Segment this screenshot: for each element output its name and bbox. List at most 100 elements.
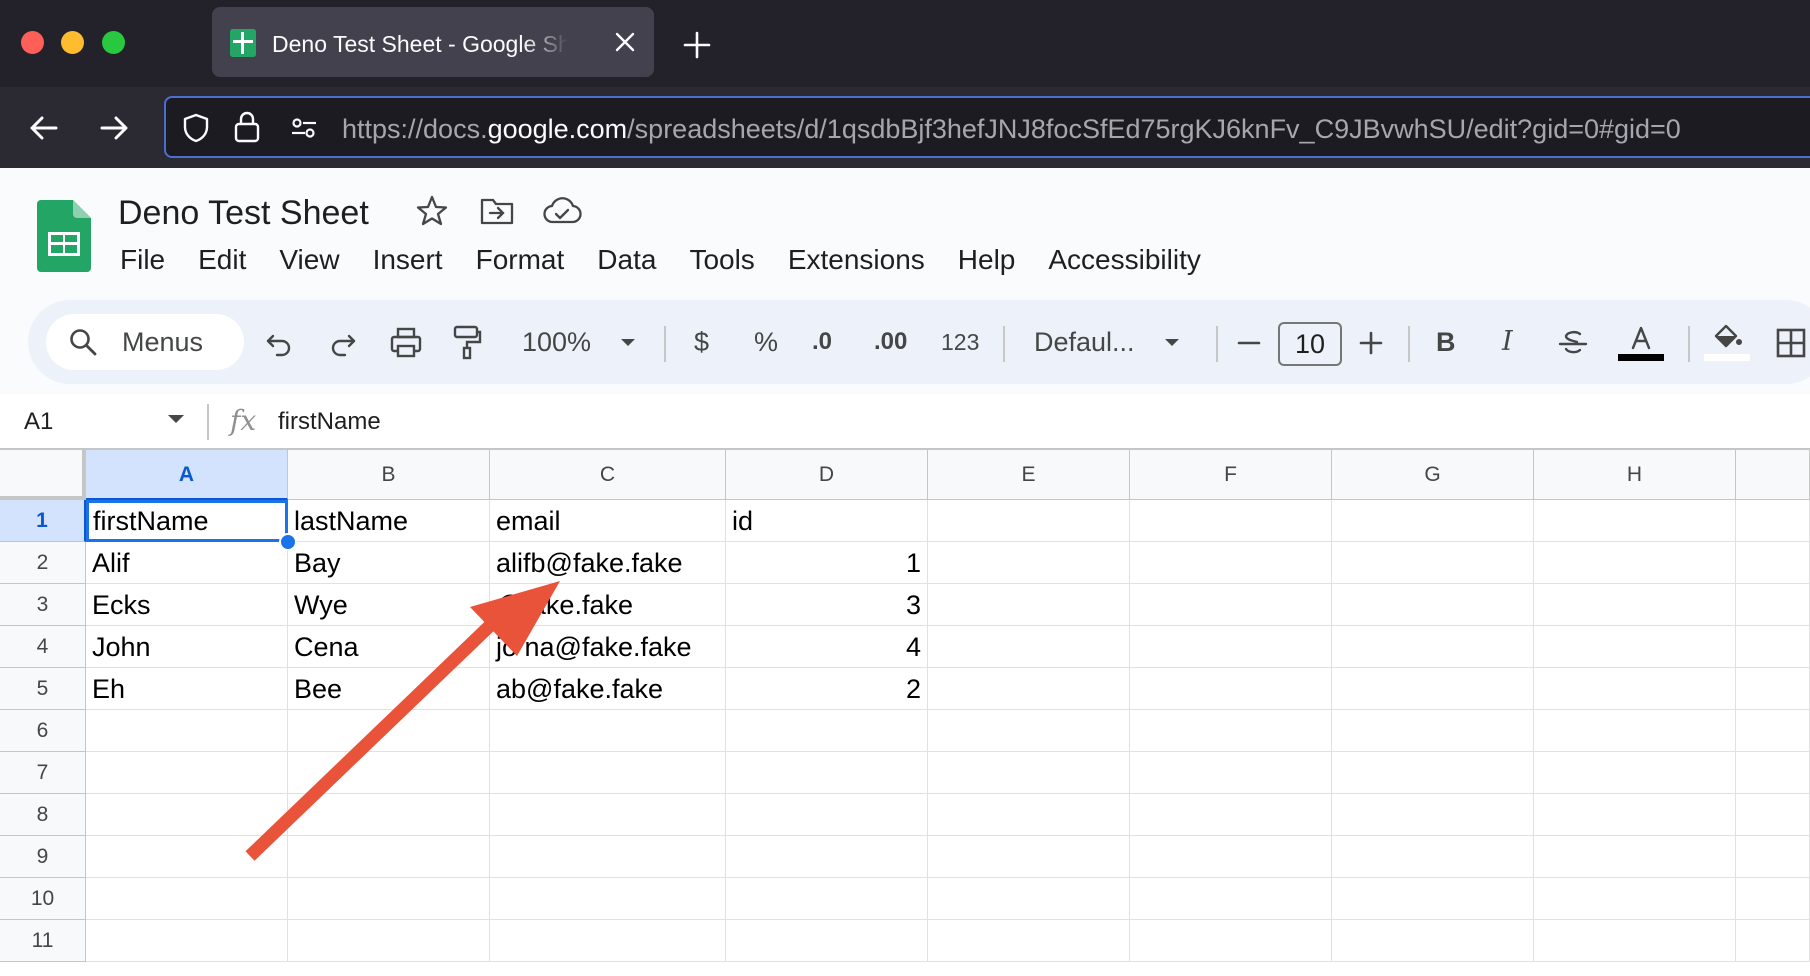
tracking-protection-shield-icon[interactable] <box>180 112 212 144</box>
column-header-f[interactable]: F <box>1130 450 1332 500</box>
cell-a6[interactable] <box>86 710 288 752</box>
search-menus-input[interactable]: Menus <box>46 314 244 370</box>
increase-font-size-icon[interactable] <box>1358 322 1384 362</box>
cell-d7[interactable] <box>726 752 928 794</box>
cell-e7[interactable] <box>928 752 1130 794</box>
row-header-1[interactable]: 1 <box>0 500 86 542</box>
fill-color-icon[interactable] <box>1704 322 1750 362</box>
cell-b2[interactable]: Bay <box>288 542 490 584</box>
cell-f5[interactable] <box>1130 668 1332 710</box>
row-header-7[interactable]: 7 <box>0 752 86 794</box>
cell-e9[interactable] <box>928 836 1130 878</box>
currency-format-button[interactable]: $ <box>694 322 709 362</box>
menu-tools[interactable]: Tools <box>689 240 770 280</box>
forward-arrow-icon[interactable] <box>96 110 132 146</box>
cell-f6[interactable] <box>1130 710 1332 752</box>
name-box-chevron-down-icon[interactable] <box>165 412 187 426</box>
back-arrow-icon[interactable] <box>26 110 62 146</box>
select-all-corner[interactable] <box>0 450 86 500</box>
cell-g7[interactable] <box>1332 752 1534 794</box>
print-icon[interactable] <box>389 322 423 362</box>
cell-a4[interactable]: John <box>86 626 288 668</box>
menu-accessibility[interactable]: Accessibility <box>1048 240 1216 280</box>
cell-g2[interactable] <box>1332 542 1534 584</box>
cell-c4[interactable]: jo na@fake.fake <box>490 626 726 668</box>
cell-b8[interactable] <box>288 794 490 836</box>
cell-c8[interactable] <box>490 794 726 836</box>
lock-icon[interactable] <box>232 110 262 144</box>
close-tab-icon[interactable] <box>612 29 638 55</box>
cell-d11[interactable] <box>726 920 928 962</box>
cell-g3[interactable] <box>1332 584 1534 626</box>
cell-h5[interactable] <box>1534 668 1736 710</box>
menu-file[interactable]: File <box>120 240 181 280</box>
cell-f3[interactable] <box>1130 584 1332 626</box>
menu-extensions[interactable]: Extensions <box>788 240 941 280</box>
row-header-10[interactable]: 10 <box>0 878 86 920</box>
cell-a2[interactable]: Alif <box>86 542 288 584</box>
redo-icon[interactable] <box>328 322 358 362</box>
cell-f9[interactable] <box>1130 836 1332 878</box>
text-color-icon[interactable] <box>1618 322 1664 362</box>
cell-f8[interactable] <box>1130 794 1332 836</box>
cell-c5[interactable]: ab@fake.fake <box>490 668 726 710</box>
cell-e4[interactable] <box>928 626 1130 668</box>
column-header-c[interactable]: C <box>490 450 726 500</box>
cell-d6[interactable] <box>726 710 928 752</box>
menu-data[interactable]: Data <box>597 240 672 280</box>
column-header-a[interactable]: A <box>86 450 288 500</box>
increase-decimals-button[interactable]: .00 <box>874 322 907 362</box>
cell-h4[interactable] <box>1534 626 1736 668</box>
minimize-window-button[interactable] <box>61 31 84 54</box>
cell-c9[interactable] <box>490 836 726 878</box>
row-header-8[interactable]: 8 <box>0 794 86 836</box>
cell-b7[interactable] <box>288 752 490 794</box>
cell-e2[interactable] <box>928 542 1130 584</box>
browser-tab-active[interactable]: Deno Test Sheet - Google Sheets <box>212 7 654 77</box>
cell-b10[interactable] <box>288 878 490 920</box>
font-chevron-down-icon[interactable] <box>1162 322 1182 362</box>
cell-b6[interactable] <box>288 710 490 752</box>
column-header-g[interactable]: G <box>1332 450 1534 500</box>
cell-f4[interactable] <box>1130 626 1332 668</box>
decrease-font-size-icon[interactable] <box>1236 322 1262 362</box>
cell-c11[interactable] <box>490 920 726 962</box>
cell-f7[interactable] <box>1130 752 1332 794</box>
row-header-5[interactable]: 5 <box>0 668 86 710</box>
cell-b3[interactable]: Wye <box>288 584 490 626</box>
cell-g10[interactable] <box>1332 878 1534 920</box>
menu-help[interactable]: Help <box>958 240 1032 280</box>
cell-g8[interactable] <box>1332 794 1534 836</box>
column-header-b[interactable]: B <box>288 450 490 500</box>
cell-c2[interactable]: alifb@fake.fake <box>490 542 726 584</box>
cell-g4[interactable] <box>1332 626 1534 668</box>
cell-a11[interactable] <box>86 920 288 962</box>
cell-g11[interactable] <box>1332 920 1534 962</box>
cell-c6[interactable] <box>490 710 726 752</box>
permissions-icon[interactable] <box>288 112 320 144</box>
cell-f10[interactable] <box>1130 878 1332 920</box>
cell-h9[interactable] <box>1534 836 1736 878</box>
cell-d1[interactable]: id <box>726 500 928 542</box>
cell-g5[interactable] <box>1332 668 1534 710</box>
cell-a10[interactable] <box>86 878 288 920</box>
close-window-button[interactable] <box>21 31 44 54</box>
new-tab-icon[interactable] <box>680 28 714 62</box>
cell-b4[interactable]: Cena <box>288 626 490 668</box>
cell-b1[interactable]: lastName <box>288 500 490 542</box>
paint-format-icon[interactable] <box>452 322 482 362</box>
row-header-11[interactable]: 11 <box>0 920 86 962</box>
zoom-select[interactable]: 100% <box>522 322 591 362</box>
sheets-logo-icon[interactable] <box>37 200 91 272</box>
column-header-h[interactable]: H <box>1534 450 1736 500</box>
address-bar[interactable]: https://docs.google.com/spreadsheets/d/1… <box>164 96 1810 158</box>
more-formats-button[interactable]: 123 <box>941 322 979 362</box>
menu-format[interactable]: Format <box>476 240 581 280</box>
cell-d4[interactable]: 4 <box>726 626 928 668</box>
cell-f11[interactable] <box>1130 920 1332 962</box>
name-box[interactable]: A1 <box>24 404 53 440</box>
cell-b5[interactable]: Bee <box>288 668 490 710</box>
cell-h6[interactable] <box>1534 710 1736 752</box>
star-icon[interactable] <box>415 194 449 228</box>
cell-d2[interactable]: 1 <box>726 542 928 584</box>
